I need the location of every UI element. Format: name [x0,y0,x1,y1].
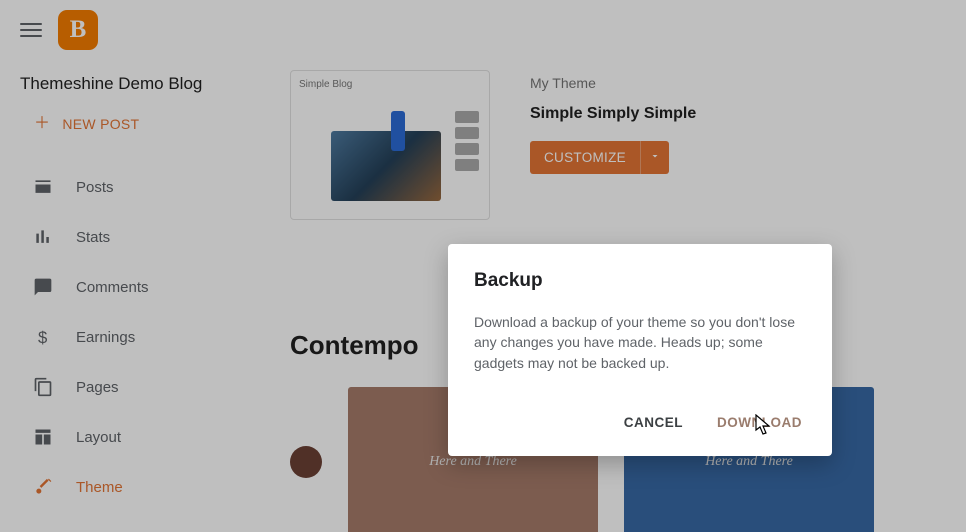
modal-title: Backup [474,270,806,292]
app-root: B Themeshine Demo Blog ＋ NEW POST Posts … [0,0,966,532]
cancel-button[interactable]: CANCEL [620,407,687,438]
modal-actions: CANCEL DOWNLOAD [474,407,806,438]
modal-body: Download a backup of your theme so you d… [474,312,806,373]
download-button[interactable]: DOWNLOAD [713,407,806,438]
backup-modal: Backup Download a backup of your theme s… [448,244,832,456]
